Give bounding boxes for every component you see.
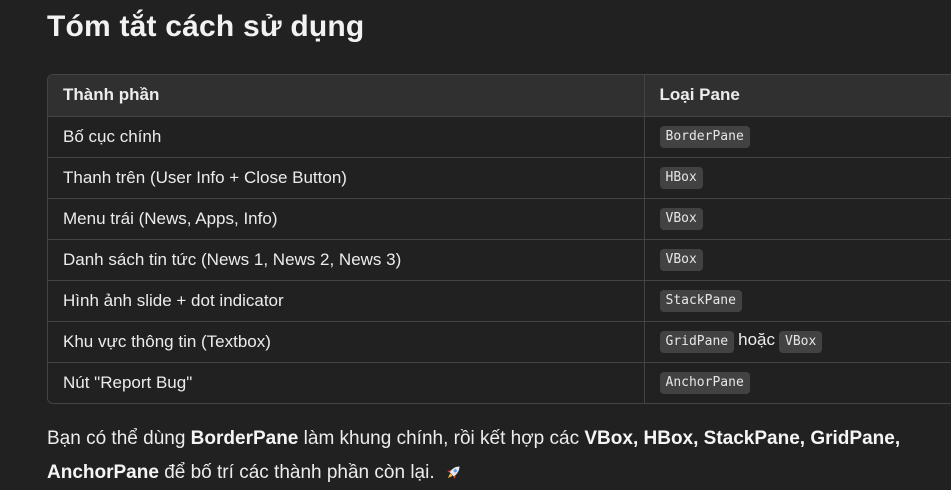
cell-component: Hình ảnh slide + dot indicator: [48, 280, 644, 322]
paragraph-text: để bố trí các thành phần còn lại.: [158, 462, 435, 483]
table-row: Hình ảnh slide + dot indicator StackPane: [48, 280, 951, 322]
code-pane-name: AnchorPane: [659, 372, 750, 395]
paragraph-text: làm khung chính, rồi kết hợp các: [298, 428, 585, 449]
rocket-icon: [447, 466, 460, 479]
cell-component: Bố cục chính: [48, 116, 644, 158]
table-row: Thanh trên (User Info + Close Button) HB…: [48, 157, 951, 199]
column-header-pane-type: Loại Pane: [643, 75, 951, 117]
cell-component: Nút "Report Bug": [63, 372, 193, 392]
cell-component: Khu vực thông tin (Textbox): [48, 321, 644, 363]
cell-component: Menu trái (News, Apps, Info): [48, 198, 644, 240]
table-row: Menu trái (News, Apps, Info) VBox: [48, 198, 951, 240]
cell-pane-type: AnchorPane: [643, 362, 951, 403]
code-pane-name: StackPane: [659, 290, 742, 312]
table-header-row: Thành phần Loại Pane: [48, 75, 951, 117]
table-row: Bố cục chính BorderPane: [48, 116, 951, 158]
code-pane-name: BorderPane: [659, 126, 750, 148]
table-row: Danh sách tin tức (News 1, News 2, News …: [48, 239, 951, 281]
alternative-separator: hoặc: [738, 330, 775, 349]
paragraph-text: Bạn có thể dùng: [47, 428, 191, 449]
code-pane-name: VBox: [659, 208, 703, 230]
cell-pane-type: GridPane hoặc VBox: [643, 321, 951, 363]
code-pane-name: GridPane: [659, 331, 735, 353]
section-heading: Tóm tắt cách sử dụng: [47, 10, 365, 43]
code-pane-name-alt: VBox: [779, 331, 823, 353]
cell-pane-type: HBox: [643, 157, 951, 199]
cell-pane-type: VBox: [643, 239, 951, 281]
paragraph-bold-text: BorderPane: [190, 428, 299, 449]
code-pane-name: HBox: [659, 167, 703, 189]
summary-paragraph: Bạn có thể dùng BorderPane làm khung chí…: [47, 422, 927, 490]
code-pane-name: VBox: [659, 249, 703, 271]
cell-pane-type: VBox: [643, 198, 951, 240]
column-header-component: Thành phần: [48, 75, 644, 117]
cell-component: Thanh trên (User Info + Close Button): [48, 157, 644, 199]
pane-summary-table: Thành phần Loại Pane Bố cục chính Border…: [47, 74, 951, 404]
table-row: Nút "Report Bug" AnchorPane: [48, 362, 951, 403]
cell-pane-type: StackPane: [643, 280, 951, 322]
cell-pane-type: BorderPane: [643, 116, 951, 158]
table-row: Khu vực thông tin (Textbox) GridPane hoặc…: [48, 321, 951, 363]
cell-component: Danh sách tin tức (News 1, News 2, News …: [48, 239, 644, 281]
